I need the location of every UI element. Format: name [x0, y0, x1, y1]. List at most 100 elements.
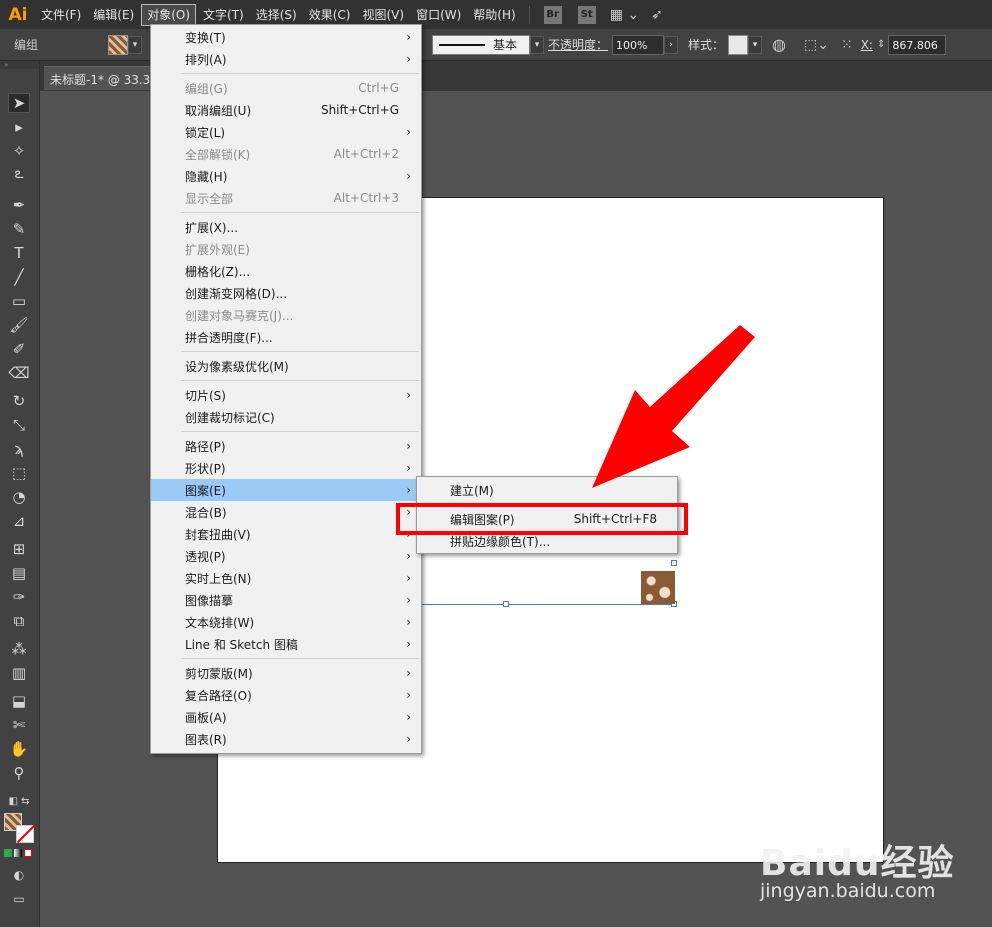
menu-item-arrange[interactable]: 排列(A) › — [151, 48, 421, 70]
zoom-tool-icon[interactable]: ⚲ — [8, 763, 30, 783]
menu-item-transform[interactable]: 变换(T) › — [151, 26, 421, 48]
menu-help[interactable]: 帮助(H) — [468, 4, 520, 26]
stock-button[interactable]: St — [577, 5, 596, 24]
style-swatch[interactable] — [728, 34, 749, 55]
menu-object[interactable]: 对象(O) — [141, 3, 197, 26]
menu-item-line-sketch[interactable]: Line 和 Sketch 图稿 › — [151, 633, 421, 655]
menu-item-live-paint[interactable]: 实时上色(N) › — [151, 567, 421, 589]
x-stepper[interactable]: ⇕ — [877, 39, 885, 50]
menu-select[interactable]: 选择(S) — [251, 4, 302, 26]
menu-item-blend[interactable]: 混合(B) › — [151, 501, 421, 523]
fill-dropdown[interactable]: ▾ — [128, 35, 142, 54]
type-tool-icon[interactable]: T — [8, 243, 30, 263]
document-tab[interactable]: 未标题-1* @ 33.3 — [44, 66, 154, 90]
mesh-tool-icon[interactable]: ⊞ — [8, 539, 30, 559]
stroke-style-box[interactable]: 基本 — [432, 34, 530, 55]
lasso-tool-icon[interactable]: ఽ — [8, 164, 30, 185]
default-colors-icon[interactable]: ◧ ⇆ — [8, 791, 30, 811]
menu-item-pixel-perfect[interactable]: 设为像素级优化(M) — [151, 355, 421, 377]
menu-item-perspective[interactable]: 透视(P) › — [151, 545, 421, 567]
color-mode-icons[interactable] — [4, 849, 32, 857]
menu-item-compound-path[interactable]: 复合路径(O) › — [151, 684, 421, 706]
selection-handle[interactable] — [503, 601, 509, 607]
bridge-button[interactable]: Br — [543, 5, 562, 24]
transform-ref-icon[interactable]: ⁙ — [841, 37, 853, 53]
menu-item-envelope-distort[interactable]: 封套扭曲(V) › — [151, 523, 421, 545]
opacity-arrow[interactable]: › — [664, 35, 679, 54]
menu-view[interactable]: 视图(V) — [357, 4, 409, 26]
gpu-rocket-icon[interactable]: ➶ — [651, 7, 663, 23]
hand-tool-icon[interactable]: ✋ — [8, 739, 30, 759]
rectangle-tool-icon[interactable]: ▭ — [8, 291, 30, 311]
menu-item-slice[interactable]: 切片(S) › — [151, 384, 421, 406]
rotate-tool-icon[interactable]: ↻ — [8, 391, 30, 411]
direct-selection-tool-icon[interactable]: ▸ — [8, 117, 30, 137]
align-icon[interactable]: ⬚⌄ — [804, 37, 829, 53]
magic-wand-tool-icon[interactable]: ✧ — [8, 141, 30, 161]
x-input[interactable]: 867.806 — [888, 34, 947, 55]
submenu-arrow-icon: › — [406, 710, 411, 724]
menu-item-trim-marks[interactable]: 创建裁切标记(C) — [151, 406, 421, 428]
shaper-tool-icon[interactable]: ✐ — [8, 339, 30, 359]
slice-tool-icon[interactable]: ✄ — [8, 715, 30, 735]
symbol-sprayer-tool-icon[interactable]: ⁂ — [8, 639, 30, 659]
menu-item-artboards[interactable]: 画板(A) › — [151, 706, 421, 728]
paintbrush-tool-icon[interactable]: 🖌 — [8, 315, 30, 335]
shape-builder-tool-icon[interactable]: ◔ — [8, 487, 30, 507]
menu-item-flatten-transparency[interactable]: 拼合透明度(F)... — [151, 326, 421, 348]
eraser-tool-icon[interactable]: ⌫ — [8, 363, 30, 383]
style-dropdown[interactable]: ▾ — [748, 35, 763, 54]
menu-type[interactable]: 文字(T) — [198, 4, 249, 26]
menu-item-ungroup[interactable]: 取消编组(U) Shift+Ctrl+G — [151, 99, 421, 121]
menu-effect[interactable]: 效果(C) — [304, 4, 356, 26]
scale-tool-icon[interactable]: ⤡ — [8, 415, 30, 435]
menu-item-hide[interactable]: 隐藏(H) › — [151, 165, 421, 187]
menu-item-shortcut: Alt+Ctrl+2 — [333, 147, 399, 161]
menu-item-text-wrap[interactable]: 文本绕排(W) › — [151, 611, 421, 633]
fill-stroke-icon[interactable] — [4, 813, 36, 844]
opacity-label[interactable]: 不透明度： — [548, 36, 608, 53]
perspective-grid-tool-icon[interactable]: ⊿ — [8, 511, 30, 531]
screen-mode-icon[interactable]: ▭ — [8, 889, 30, 909]
menu-window[interactable]: 窗口(W) — [411, 4, 466, 26]
menu-item-gradient-mesh[interactable]: 创建渐变网格(D)... — [151, 282, 421, 304]
curvature-tool-icon[interactable]: ✎ — [8, 219, 30, 239]
graph-tool-icon[interactable]: ▥ — [8, 663, 30, 683]
recolor-icon[interactable]: ◍ — [772, 35, 786, 54]
fill-swatch[interactable] — [108, 34, 128, 55]
menu-item-expand-appearance[interactable]: 扩展外观(E) — [151, 238, 421, 260]
opacity-input[interactable]: 100% — [612, 34, 665, 55]
menu-item-image-trace[interactable]: 图像描摹 › — [151, 589, 421, 611]
eyedropper-tool-icon[interactable]: ✑ — [8, 587, 30, 607]
menu-item-lock[interactable]: 锁定(L) › — [151, 121, 421, 143]
submenu-arrow-icon: › — [406, 615, 411, 629]
menu-item-clipping-mask[interactable]: 剪切蒙版(M) › — [151, 662, 421, 684]
warp-tool-icon[interactable]: ϡ — [8, 439, 30, 459]
menu-item-object-mosaic[interactable]: 创建对象马赛克(J)... — [151, 304, 421, 326]
menu-item-group[interactable]: 编组(G) Ctrl+G — [151, 77, 421, 99]
menu-item-label: 创建渐变网格(D)... — [185, 286, 288, 301]
drawing-mode-icon[interactable]: ◐ — [8, 865, 30, 885]
selection-handle[interactable] — [671, 560, 677, 566]
menu-file[interactable]: 文件(F) — [36, 4, 86, 26]
menu-item-unlock-all[interactable]: 全部解锁(K) Alt+Ctrl+2 — [151, 143, 421, 165]
workspace-switcher-icon[interactable]: ▦ ⌄ — [610, 7, 639, 23]
menu-item-expand[interactable]: 扩展(X)... — [151, 216, 421, 238]
menu-item-path[interactable]: 路径(P) › — [151, 435, 421, 457]
menu-item-rasterize[interactable]: 栅格化(Z)... — [151, 260, 421, 282]
panel-collapse-icon[interactable]: » — [0, 61, 39, 69]
menu-edit[interactable]: 编辑(E) — [88, 4, 139, 26]
blend-tool-icon[interactable]: ⧉ — [8, 611, 30, 631]
gradient-tool-icon[interactable]: ▤ — [8, 563, 30, 583]
free-transform-tool-icon[interactable]: ⬚ — [8, 463, 30, 483]
stroke-style-dropdown[interactable]: ▾ — [530, 35, 544, 54]
artboard-tool-icon[interactable]: ⬓ — [8, 691, 30, 711]
menu-item-shape[interactable]: 形状(P) › — [151, 457, 421, 479]
menu-item-show-all[interactable]: 显示全部 Alt+Ctrl+3 — [151, 187, 421, 209]
selection-tool-icon[interactable]: ➤ — [8, 93, 30, 113]
pen-tool-icon[interactable]: ✒ — [8, 195, 30, 215]
pattern-object[interactable] — [641, 571, 675, 604]
menu-item-graph[interactable]: 图表(R) › — [151, 728, 421, 750]
line-tool-icon[interactable]: ╱ — [8, 267, 30, 287]
menu-item-pattern[interactable]: 图案(E) › — [151, 479, 421, 501]
